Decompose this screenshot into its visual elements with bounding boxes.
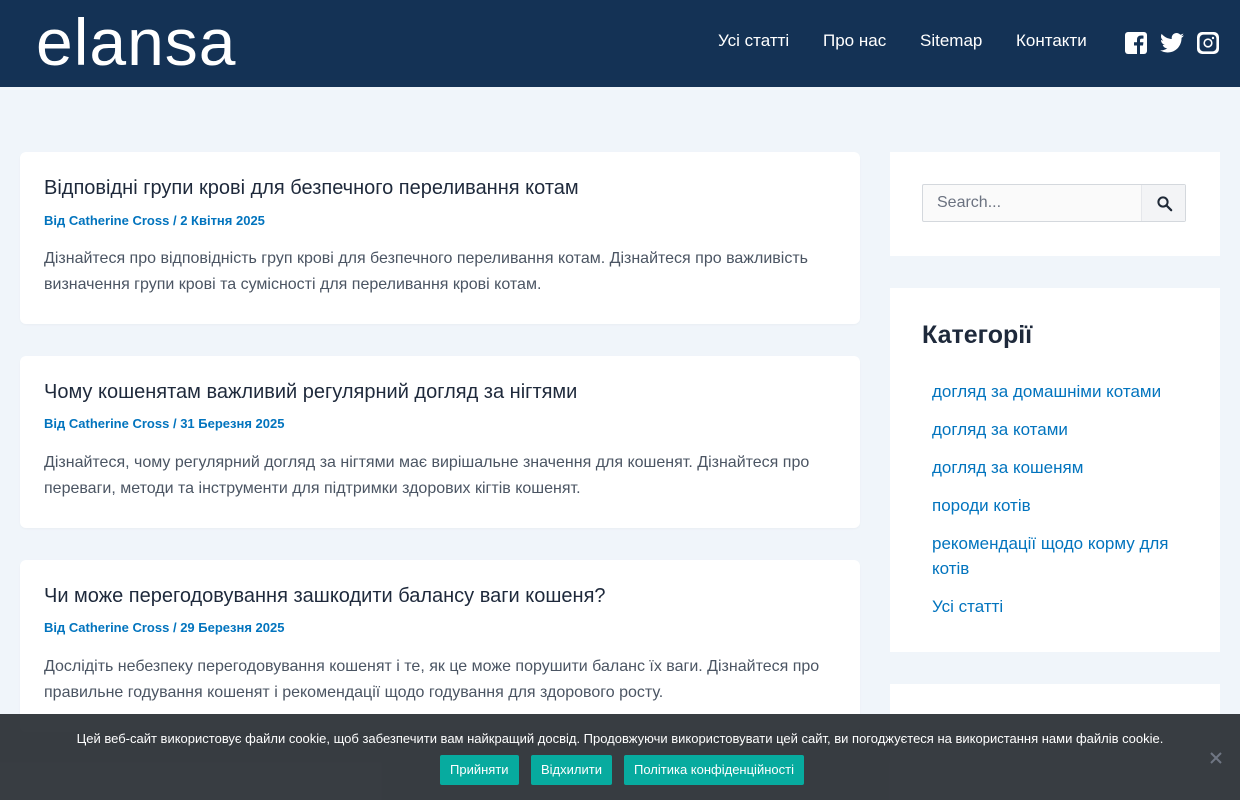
post-meta: Від Catherine Cross / 29 Березня 2025	[44, 620, 284, 636]
search-form	[922, 184, 1186, 222]
category-link[interactable]: догляд за котами	[932, 417, 1188, 442]
twitter-icon[interactable]	[1160, 32, 1184, 55]
nav-about[interactable]: Про нас	[823, 30, 886, 52]
meta-separator: /	[172, 416, 177, 431]
search-widget	[890, 152, 1220, 256]
facebook-icon[interactable]	[1125, 32, 1148, 55]
post-date: 2 Квітня 2025	[180, 213, 265, 228]
category-link[interactable]: Усі статті	[932, 594, 1188, 619]
post-title[interactable]: Відповідні групи крові для безпечного пе…	[44, 176, 579, 200]
category-link[interactable]: рекомендації щодо корму для котів	[932, 531, 1188, 581]
meta-separator: /	[172, 213, 177, 228]
cookie-accept-button[interactable]: Прийняти	[440, 755, 519, 785]
post-meta: Від Catherine Cross / 2 Квітня 2025	[44, 213, 265, 229]
meta-separator: /	[172, 620, 177, 635]
search-icon	[1157, 196, 1173, 212]
post-author-prefix: Від	[44, 620, 66, 635]
post-date: 29 Березня 2025	[180, 620, 285, 635]
post-author[interactable]: Catherine Cross	[69, 620, 169, 635]
cookie-notice: Цей веб-сайт використовує файли cookie, …	[0, 714, 1240, 800]
nav-all-articles[interactable]: Усі статті	[718, 30, 789, 52]
post-meta: Від Catherine Cross / 31 Березня 2025	[44, 416, 284, 432]
post-author[interactable]: Catherine Cross	[69, 416, 169, 431]
site-header: elansa Усі статті Про нас Sitemap Контак…	[0, 0, 1240, 87]
post-title[interactable]: Чому кошенятам важливий регулярний догля…	[44, 380, 577, 404]
post-title[interactable]: Чи може перегодовування зашкодити баланс…	[44, 584, 606, 608]
category-link[interactable]: породи котів	[932, 493, 1188, 518]
post-author[interactable]: Catherine Cross	[69, 213, 169, 228]
cookie-decline-button[interactable]: Відхилити	[531, 755, 612, 785]
post-author-prefix: Від	[44, 213, 66, 228]
instagram-icon[interactable]	[1197, 32, 1220, 55]
post-card: Чи може перегодовування зашкодити баланс…	[20, 560, 860, 732]
main-nav: Усі статті Про нас Sitemap Контакти	[0, 30, 1240, 52]
post-card: Чому кошенятам важливий регулярний догля…	[20, 356, 860, 528]
categories-widget: Категорії догляд за домашніми котами дог…	[890, 288, 1220, 652]
category-link[interactable]: догляд за кошеням	[932, 455, 1188, 480]
categories-list: догляд за домашніми котами догляд за кот…	[932, 379, 1188, 632]
post-excerpt: Дослідіть небезпеку перегодовування коше…	[44, 658, 820, 701]
post-excerpt: Дізнайтеся, чому регулярний догляд за ні…	[44, 454, 810, 497]
search-input[interactable]	[923, 185, 1143, 221]
close-icon[interactable]	[1208, 750, 1224, 766]
categories-title: Категорії	[922, 321, 1033, 349]
post-date: 31 Березня 2025	[180, 416, 285, 431]
nav-contacts[interactable]: Контакти	[1016, 30, 1087, 52]
category-link[interactable]: догляд за домашніми котами	[932, 379, 1188, 404]
post-excerpt: Дізнайтеся про відповідність груп крові …	[44, 250, 808, 293]
search-button[interactable]	[1141, 185, 1185, 221]
post-card: Відповідні групи крові для безпечного пе…	[20, 152, 860, 324]
post-author-prefix: Від	[44, 416, 66, 431]
privacy-policy-button[interactable]: Політика конфіденційності	[624, 755, 804, 785]
nav-sitemap[interactable]: Sitemap	[920, 30, 982, 52]
cookie-message: Цей веб-сайт використовує файли cookie, …	[76, 731, 1164, 746]
